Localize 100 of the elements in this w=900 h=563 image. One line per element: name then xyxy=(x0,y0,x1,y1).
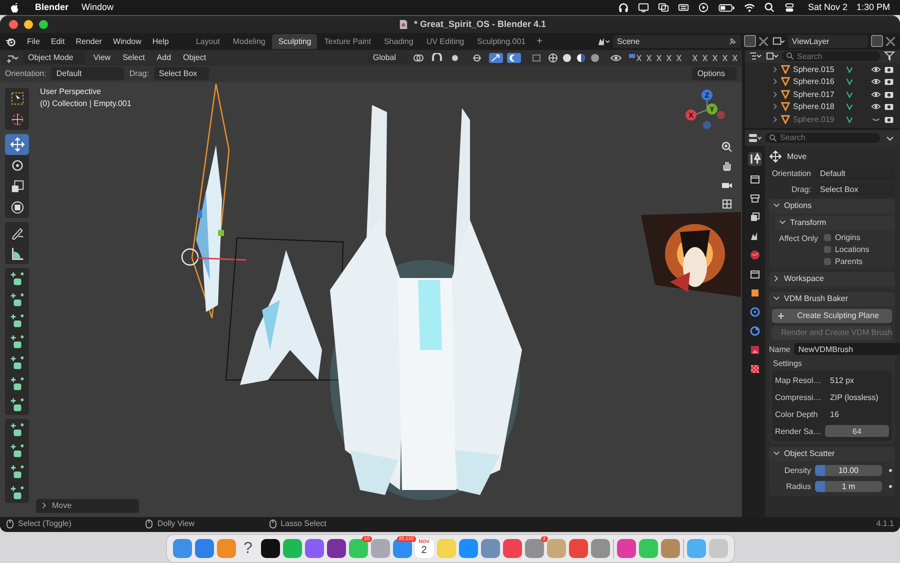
axis-marker[interactable] xyxy=(686,109,696,120)
eye-icon[interactable] xyxy=(871,77,881,86)
physics-tab-icon[interactable] xyxy=(749,324,761,337)
scene-field[interactable]: Scene xyxy=(613,34,741,48)
axis-marker[interactable] xyxy=(706,103,718,114)
texture-tab-icon[interactable] xyxy=(749,344,761,356)
scene-icon[interactable] xyxy=(596,36,610,47)
wireframe-shading-icon[interactable] xyxy=(548,52,558,63)
windows-icon[interactable] xyxy=(658,2,669,13)
snap-icon[interactable] xyxy=(430,52,444,63)
rendered-shading-icon[interactable] xyxy=(590,52,600,63)
keyframe-dot[interactable] xyxy=(889,484,892,488)
tool-button[interactable] xyxy=(5,134,29,155)
outliner-item[interactable]: Sphere.017 xyxy=(793,90,842,99)
world-tab-icon[interactable] xyxy=(749,248,761,261)
minimize-button[interactable] xyxy=(24,20,33,29)
orientation-dropdown[interactable]: Default xyxy=(51,67,124,80)
outliner-item[interactable]: Sphere.018 xyxy=(793,102,842,112)
camera-icon[interactable] xyxy=(884,90,894,99)
editor-type-icon[interactable] xyxy=(748,51,762,62)
negative-axis-marker[interactable] xyxy=(703,120,711,129)
object-tab-icon[interactable] xyxy=(749,286,761,299)
output-tab-icon[interactable] xyxy=(749,192,761,204)
transform-gizmo-drawing[interactable] xyxy=(181,210,246,266)
menu-item[interactable]: Add xyxy=(152,53,176,62)
eye-icon[interactable] xyxy=(609,52,623,63)
create-sculpting-plane-button[interactable]: Create Sculpting Plane xyxy=(772,308,892,323)
tool-tab-icon[interactable] xyxy=(748,152,762,166)
name-field[interactable]: NewVDMBrush xyxy=(794,343,900,356)
number-field[interactable]: 64 xyxy=(825,425,889,438)
eye-icon[interactable] xyxy=(871,64,881,74)
layers-icon[interactable] xyxy=(771,36,785,47)
menu-item[interactable]: Edit xyxy=(46,36,69,46)
remove-button[interactable] xyxy=(886,36,895,46)
pivot-icon[interactable] xyxy=(412,52,426,63)
app-icon[interactable] xyxy=(326,539,346,558)
render-tab-icon[interactable] xyxy=(749,172,761,185)
menu-item[interactable]: File xyxy=(23,36,44,46)
blender-logo-icon[interactable] xyxy=(5,36,16,47)
panel-header[interactable]: Workspace xyxy=(769,272,895,286)
menu-item[interactable]: Window xyxy=(82,2,114,12)
wifi-icon[interactable] xyxy=(744,2,755,13)
control-center-icon[interactable] xyxy=(784,2,795,13)
material-shading-icon[interactable] xyxy=(576,52,586,63)
battery-icon[interactable] xyxy=(718,2,735,13)
camera-icon[interactable] xyxy=(884,114,894,124)
axis-marker[interactable] xyxy=(702,89,712,100)
panel-header[interactable]: Options xyxy=(769,198,895,213)
view-layer-field[interactable]: ViewLayer xyxy=(788,34,868,48)
editor-type-icon[interactable] xyxy=(5,52,19,63)
drag-dropdown[interactable]: Select Box xyxy=(815,182,895,196)
remove-button[interactable] xyxy=(759,36,768,46)
menu-item[interactable]: Render xyxy=(72,36,106,46)
workspace-tab[interactable]: UV Editing xyxy=(420,34,470,49)
keyboard-icon[interactable] xyxy=(678,2,689,13)
checkbox[interactable]: Parents xyxy=(824,256,870,266)
display-icon[interactable] xyxy=(638,2,649,13)
solid-shading-icon[interactable] xyxy=(562,52,572,63)
collection-tab-icon[interactable] xyxy=(749,268,761,280)
camera-icon[interactable] xyxy=(884,102,894,112)
mode-dropdown[interactable]: Object Mode xyxy=(23,51,86,64)
help-app-icon[interactable]: ? xyxy=(238,539,258,558)
slider-field[interactable]: 1 m xyxy=(815,480,882,492)
panel-header[interactable]: VDM Brush Baker xyxy=(769,292,895,306)
search-field[interactable]: Search xyxy=(765,132,880,143)
filter-icon[interactable] xyxy=(883,51,897,62)
apple-logo-icon[interactable] xyxy=(10,2,20,13)
workspace-tab[interactable]: Modeling xyxy=(226,34,272,49)
orientation-dropdown[interactable]: Default xyxy=(815,166,895,180)
menu-item[interactable]: Window xyxy=(108,36,146,46)
workspace-tab[interactable]: Texture Paint xyxy=(318,34,377,49)
workspace-tab[interactable]: Sculpting.001 xyxy=(471,34,532,49)
outliner-item[interactable]: Sphere.015 xyxy=(793,64,842,74)
slider-field[interactable]: 10.00 xyxy=(815,464,882,476)
overlay-toggle-icon[interactable] xyxy=(507,52,521,63)
camera-icon[interactable] xyxy=(884,77,894,86)
search-field[interactable]: Search xyxy=(782,51,880,62)
checkbox[interactable]: Locations xyxy=(824,244,870,254)
zoom-button[interactable] xyxy=(39,20,48,29)
grid-icon[interactable] xyxy=(721,198,733,210)
keyframe-dot[interactable] xyxy=(889,468,892,472)
editor-type-icon[interactable] xyxy=(748,132,762,143)
toggle-icons-drawing[interactable] xyxy=(627,52,737,63)
display-mode-icon[interactable] xyxy=(765,51,779,62)
workspace-tab[interactable]: Shading xyxy=(378,34,420,49)
negative-axis-marker[interactable] xyxy=(717,110,725,119)
copy-button[interactable] xyxy=(871,35,883,48)
pin-icon[interactable] xyxy=(728,36,737,46)
checkbox[interactable]: Origins xyxy=(824,232,870,242)
subpanel-header[interactable]: Transform xyxy=(775,216,895,230)
search-icon[interactable] xyxy=(764,2,775,13)
camera-icon[interactable] xyxy=(884,64,894,74)
options-dropdown[interactable]: Options xyxy=(692,67,737,80)
app-menu[interactable]: Blender xyxy=(35,2,69,12)
menu-item[interactable]: Select xyxy=(118,53,149,62)
view-layer-tab-icon[interactable] xyxy=(749,210,761,223)
outliner-item[interactable]: Sphere.016 xyxy=(793,77,842,86)
panel-header[interactable]: Object Scatter xyxy=(769,446,895,461)
add-workspace-button[interactable]: + xyxy=(532,36,546,47)
menu-item[interactable]: Help xyxy=(148,36,173,46)
